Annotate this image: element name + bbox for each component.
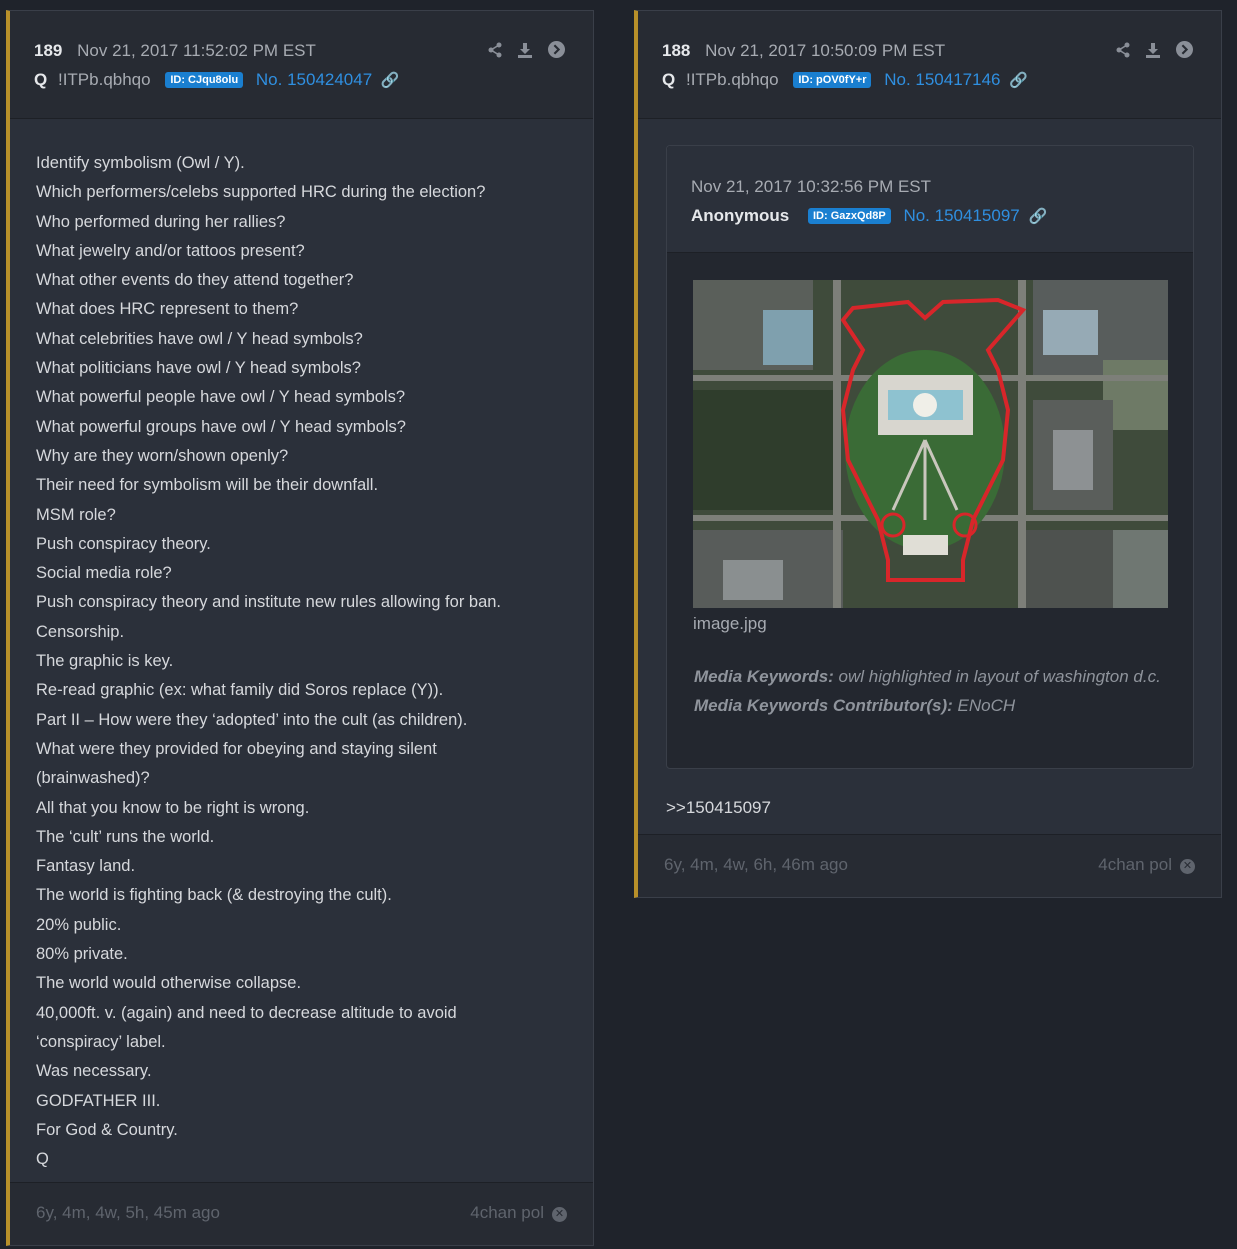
body-line: What were they provided for obeying and … <box>36 739 437 758</box>
post-header: 188 Nov 21, 2017 10:50:09 PM EST Q !ITPb… <box>638 11 1221 119</box>
body-line: What other events do they attend togethe… <box>36 271 354 290</box>
tripcode: !ITPb.qbhqo <box>685 70 779 89</box>
contributors-label: Media Keywords Contributor(s): <box>694 696 953 715</box>
share-icon[interactable] <box>1115 42 1136 62</box>
post-number: 188 <box>662 41 691 60</box>
author-name: Q <box>34 70 48 89</box>
body-line: ‘conspiracy’ label. <box>36 1032 166 1051</box>
id-badge[interactable]: ID: pOV0fY+r <box>793 72 872 88</box>
reply-reference-link[interactable]: >>150415097 <box>666 798 771 818</box>
post-actions <box>1105 41 1193 63</box>
download-icon[interactable] <box>1145 43 1166 62</box>
link-icon[interactable]: 🔗 <box>381 72 400 89</box>
body-line: GODFATHER III. <box>36 1091 161 1110</box>
contributors-line: Media Keywords Contributor(s): ENoCH <box>694 691 1174 720</box>
body-line: The ‘cult’ runs the world. <box>36 827 215 846</box>
body-line: Social media role? <box>36 564 172 583</box>
post-189: 189 Nov 21, 2017 11:52:02 PM EST Q !ITPb… <box>6 10 594 1246</box>
post-author-line: Q !ITPb.qbhqo ID: pOV0fY+r No. 150417146… <box>662 70 1028 90</box>
post-age: 6y, 4m, 4w, 6h, 46m ago <box>664 855 848 874</box>
source-label: 4chan pol <box>470 1203 544 1222</box>
body-line: What powerful groups have owl / Y head s… <box>36 417 406 436</box>
body-line: Part II – How were they ‘adopted’ into t… <box>36 710 468 729</box>
post-date: Nov 21, 2017 11:52:02 PM EST <box>77 41 316 60</box>
body-line: The graphic is key. <box>36 652 174 671</box>
source-label: 4chan pol <box>1098 855 1172 874</box>
body-line: Re-read graphic (ex: what family did Sor… <box>36 681 444 700</box>
keywords-line: Media Keywords: owl highlighted in layou… <box>694 662 1174 691</box>
body-line: 40,000ft. v. (again) and need to decreas… <box>36 1003 457 1022</box>
post-source: 4chan pol ✕ <box>470 1203 567 1223</box>
post-actions <box>477 41 565 63</box>
quoted-post-header: Nov 21, 2017 10:32:56 PM EST Anonymous I… <box>667 146 1193 253</box>
body-line: Fantasy land. <box>36 857 136 876</box>
keywords-value: owl highlighted in layout of washington … <box>838 667 1161 686</box>
close-circle-icon[interactable]: ✕ <box>552 1207 567 1222</box>
body-line: What celebrities have owl / Y head symbo… <box>36 329 363 348</box>
quoted-post-author-line: Anonymous ID: GazxQd8P No. 150415097 🔗 <box>691 206 1047 226</box>
body-line: Which performers/celebs supported HRC du… <box>36 183 486 202</box>
body-line: Was necessary. <box>36 1062 152 1081</box>
post-age: 6y, 4m, 4w, 5h, 45m ago <box>36 1203 220 1222</box>
body-line: What powerful people have owl / Y head s… <box>36 388 406 407</box>
body-line: The world is fighting back (& destroying… <box>36 886 392 905</box>
quoted-post-meta: Nov 21, 2017 10:32:56 PM EST <box>691 177 931 197</box>
post-number-link[interactable]: No. 150417146 <box>884 70 1000 89</box>
post-meta-line: 188 Nov 21, 2017 10:50:09 PM EST <box>662 41 945 61</box>
post-header: 189 Nov 21, 2017 11:52:02 PM EST Q !ITPb… <box>10 11 593 119</box>
body-line: Censorship. <box>36 622 125 641</box>
body-line: Q <box>36 1150 49 1169</box>
body-line: For God & Country. <box>36 1120 178 1139</box>
aerial-map-image <box>693 280 1168 608</box>
body-line: Push conspiracy theory. <box>36 534 211 553</box>
body-line: Identify symbolism (Owl / Y). <box>36 154 245 172</box>
attached-image[interactable] <box>693 280 1168 608</box>
post-author-line: Q !ITPb.qbhqo ID: CJqu8olu No. 150424047… <box>34 70 400 90</box>
link-icon[interactable]: 🔗 <box>1028 208 1047 225</box>
body-line: What politicians have owl / Y head symbo… <box>36 359 361 378</box>
body-line: The world would otherwise collapse. <box>36 974 302 993</box>
author-name: Q <box>662 70 676 89</box>
keywords-label: Media Keywords: <box>694 667 834 686</box>
post-meta-line: 189 Nov 21, 2017 11:52:02 PM EST <box>34 41 316 61</box>
body-line: 20% public. <box>36 915 122 934</box>
share-icon[interactable] <box>487 42 508 62</box>
post-footer: 6y, 4m, 4w, 6h, 46m ago 4chan pol ✕ <box>638 834 1221 897</box>
body-line: 80% private. <box>36 945 128 964</box>
post-number-link[interactable]: No. 150424047 <box>256 70 372 89</box>
quoted-author-name: Anonymous <box>691 206 790 225</box>
tripcode: !ITPb.qbhqo <box>57 70 151 89</box>
contributors-value: ENoCH <box>957 696 1016 715</box>
download-icon[interactable] <box>517 43 538 62</box>
media-keywords: Media Keywords: owl highlighted in layou… <box>694 662 1174 720</box>
arrow-right-circle-icon[interactable] <box>1176 41 1193 62</box>
quoted-post-date: Nov 21, 2017 10:32:56 PM EST <box>691 177 932 196</box>
post-date: Nov 21, 2017 10:50:09 PM EST <box>705 41 946 60</box>
id-badge[interactable]: ID: CJqu8olu <box>165 72 244 88</box>
quoted-post-card: Nov 21, 2017 10:32:56 PM EST Anonymous I… <box>666 145 1194 769</box>
body-line: MSM role? <box>36 505 116 524</box>
link-icon[interactable]: 🔗 <box>1009 72 1028 89</box>
post-body: Identify symbolism (Owl / Y). Which perfo… <box>36 149 566 1174</box>
quoted-post-number-link[interactable]: No. 150415097 <box>903 206 1019 225</box>
body-line: What jewelry and/or tattoos present? <box>36 241 305 260</box>
body-line: All that you know to be right is wrong. <box>36 798 310 817</box>
post-number: 189 <box>34 41 63 60</box>
body-line: What does HRC represent to them? <box>36 300 299 319</box>
close-circle-icon[interactable]: ✕ <box>1180 859 1195 874</box>
body-line: (brainwashed)? <box>36 769 150 788</box>
post-188: 188 Nov 21, 2017 10:50:09 PM EST Q !ITPb… <box>634 10 1222 898</box>
body-line: Push conspiracy theory and institute new… <box>36 593 502 612</box>
image-filename[interactable]: image.jpg <box>693 614 767 634</box>
post-footer: 6y, 4m, 4w, 5h, 45m ago 4chan pol ✕ <box>10 1182 593 1245</box>
post-source: 4chan pol ✕ <box>1098 855 1195 875</box>
body-line: Who performed during her rallies? <box>36 212 286 231</box>
quoted-id-badge[interactable]: ID: GazxQd8P <box>807 208 891 224</box>
arrow-right-circle-icon[interactable] <box>548 41 565 62</box>
body-line: Why are they worn/shown openly? <box>36 446 289 465</box>
body-line: Their need for symbolism will be their d… <box>36 476 379 495</box>
